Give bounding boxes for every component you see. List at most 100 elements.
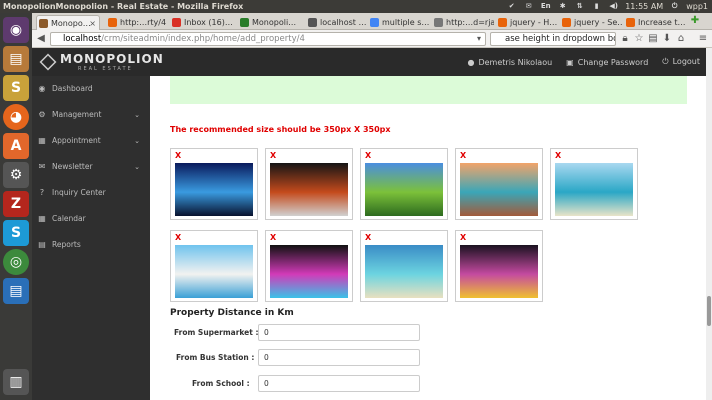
network-icon[interactable]: ⇅	[574, 2, 585, 11]
search-input[interactable]: ase height in dropdown box	[490, 32, 616, 46]
dropbox-icon[interactable]: ✔	[506, 2, 517, 11]
url-host: localhost	[63, 34, 102, 44]
property-image	[270, 245, 348, 298]
sidebar-item-appointment[interactable]: ▦ Appointment ⌄	[32, 128, 150, 154]
user-icon: ●	[467, 57, 475, 67]
delete-image-button[interactable]: X	[270, 233, 276, 242]
skype-icon[interactable]: S	[3, 220, 29, 246]
close-icon[interactable]: ×	[89, 16, 96, 30]
tab-label: localhost …	[320, 18, 366, 27]
firefox-icon[interactable]: ◕	[3, 104, 29, 130]
delete-image-button[interactable]: X	[555, 151, 561, 160]
tab-label: Monopoli…	[252, 18, 297, 27]
image-size-notice: The recommended size should be 350px X 3…	[170, 125, 391, 134]
home-icon[interactable]: ⌂	[674, 32, 688, 46]
tab-favicon-icon	[308, 18, 317, 27]
software-center-icon[interactable]: A	[3, 133, 29, 159]
power-icon[interactable]: ⏻	[669, 2, 680, 11]
browser-tab[interactable]: jquery - H…	[496, 15, 558, 30]
clock[interactable]: 11:55 AM	[625, 0, 663, 13]
browser-tab[interactable]: localhost …	[306, 15, 366, 30]
delete-image-button[interactable]: X	[270, 151, 276, 160]
sidebar-item-reports[interactable]: ▤ Reports	[32, 232, 150, 258]
search-text: ase height in dropdown box	[505, 34, 616, 44]
bookmarks-icon[interactable]: ▤	[646, 32, 660, 46]
browser-tab[interactable]: Increase t…	[624, 15, 686, 30]
delete-image-button[interactable]: X	[365, 233, 371, 242]
tab-favicon-icon	[240, 18, 249, 27]
keyboard-indicator[interactable]: En	[540, 2, 551, 11]
sidebar-item-inquiry-center[interactable]: ? Inquiry Center	[32, 180, 150, 206]
browser-tab[interactable]: jquery - Se…	[560, 15, 622, 30]
sidebar-item-label: Dashboard	[52, 84, 93, 93]
chrome-icon[interactable]: ◎	[3, 249, 29, 275]
distance-row-school: From School :	[170, 375, 430, 393]
success-message-box	[170, 76, 687, 104]
change-password-label: Change Password	[577, 57, 649, 67]
scrollbar-thumb[interactable]	[707, 296, 711, 326]
settings-icon[interactable]: ⚙	[3, 162, 29, 188]
supermarket-distance-input[interactable]	[258, 324, 420, 341]
browser-tab[interactable]: Inbox (16)…	[170, 15, 234, 30]
sidebar-item-management[interactable]: ⚙ Management ⌄	[32, 102, 150, 128]
logout-link[interactable]: ⏻ Logout	[662, 57, 700, 67]
tab-label: http:…d=rja	[446, 18, 494, 27]
new-tab-icon[interactable]: ✚	[688, 14, 702, 28]
tab-favicon-icon	[370, 18, 379, 27]
filezilla-icon[interactable]: Z	[3, 191, 29, 217]
field-label: From Bus Station :	[176, 353, 255, 362]
delete-image-button[interactable]: X	[460, 151, 466, 160]
menu-icon[interactable]: ≡	[696, 32, 710, 46]
bus-station-distance-input[interactable]	[258, 349, 420, 366]
lock-icon[interactable]: 🔒︎	[618, 32, 632, 46]
download-icon[interactable]: ⬇	[660, 32, 674, 46]
field-label: From School :	[192, 379, 250, 388]
sidebar-item-dashboard[interactable]: ◉ Dashboard	[32, 76, 150, 102]
browser-tab[interactable]: multiple s…	[368, 15, 430, 30]
image-thumbnail: X	[550, 148, 638, 220]
page-scrollbar[interactable]	[706, 48, 712, 400]
image-thumbnail: X	[170, 230, 258, 302]
sidebar-item-newsletter[interactable]: ✉ Newsletter ⌄	[32, 154, 150, 180]
mail-icon[interactable]: ✉	[523, 2, 534, 11]
section-title: Property Distance in Km	[170, 308, 294, 318]
property-image	[270, 163, 348, 216]
tab-favicon-icon	[562, 18, 571, 27]
delete-image-button[interactable]: X	[460, 233, 466, 242]
school-distance-input[interactable]	[258, 375, 420, 392]
sidebar-item-label: Inquiry Center	[52, 188, 106, 197]
tachometer-icon: ◉	[38, 84, 46, 93]
tab-favicon-icon	[498, 18, 507, 27]
tab-label: Inbox (16)…	[184, 18, 233, 27]
url-bar[interactable]: localhost/crm/siteadmin/index.php/home/a…	[50, 32, 486, 46]
question-icon: ?	[39, 188, 45, 197]
delete-image-button[interactable]: X	[365, 151, 371, 160]
browser-tab[interactable]: Monopo… ×	[36, 15, 100, 30]
lock-icon: ▣	[566, 57, 574, 67]
trash-icon[interactable]: ▥	[3, 369, 29, 395]
browser-tab[interactable]: http:…d=rja	[432, 15, 494, 30]
ubuntu-dash-icon[interactable]: ◉	[3, 17, 29, 43]
user-menu[interactable]: ● Demetris Nikolaou	[467, 58, 552, 67]
browser-tab[interactable]: Monopoli…	[238, 15, 302, 30]
gear-icon: ⚙	[38, 110, 46, 119]
sublime-text-icon[interactable]: S	[3, 75, 29, 101]
dropdown-icon[interactable]: ▾	[472, 32, 486, 46]
tab-label: http:…rty/4	[120, 18, 166, 27]
bookmark-star-icon[interactable]: ☆	[632, 32, 646, 46]
battery-icon[interactable]: ▮	[591, 2, 602, 11]
main-content: The recommended size should be 350px X 3…	[150, 76, 712, 400]
delete-image-button[interactable]: X	[175, 151, 181, 160]
browser-tab[interactable]: http:…rty/4	[106, 15, 166, 30]
tab-favicon-icon	[172, 18, 181, 27]
volume-icon[interactable]: ◀)	[608, 2, 619, 11]
bluetooth-icon[interactable]: ✱	[557, 2, 568, 11]
change-password-link[interactable]: ▣ Change Password	[566, 58, 648, 67]
back-icon[interactable]: ◀	[34, 32, 48, 46]
user-name[interactable]: wpp1	[686, 0, 708, 13]
delete-image-button[interactable]: X	[175, 233, 181, 242]
files-icon[interactable]: ▤	[3, 46, 29, 72]
writer-icon[interactable]: ▤	[3, 278, 29, 304]
unity-launcher: ◉ ▤ S ◕ A ⚙ Z S ◎ ▤ ▥	[0, 13, 32, 400]
sidebar-item-calendar[interactable]: ▦ Calendar	[32, 206, 150, 232]
